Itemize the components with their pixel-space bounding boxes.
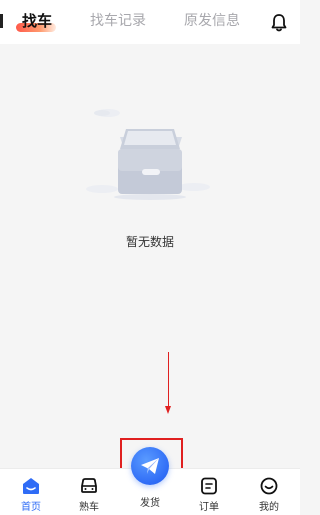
annotation-arrow-head [165, 406, 171, 414]
empty-state: 暂无数据 [0, 105, 300, 255]
tab-find-car-label: 找车 [22, 12, 53, 30]
tab-find-car-records-label: 找车记录 [90, 13, 146, 29]
nav-item-familiar-car[interactable]: 熟车 [69, 477, 109, 513]
empty-box-icon [86, 109, 210, 200]
app-screen: 找车 找车记录 原发信息 暂无数据 首页 熟车 发货 订单 我的 [0, 0, 300, 515]
ship-fab-button[interactable] [131, 447, 169, 485]
tab-find-car[interactable]: 找车 [16, 10, 57, 32]
top-tab-bar: 找车 找车记录 原发信息 [0, 0, 300, 44]
order-icon [201, 477, 217, 495]
annotation-arrow-line [168, 352, 169, 407]
nav-label-order: 订单 [199, 502, 219, 513]
nav-item-mine[interactable]: 我的 [249, 477, 289, 513]
tab-original-info[interactable]: 原发信息 [184, 10, 240, 32]
smile-icon [260, 477, 278, 495]
edge-mark [0, 14, 3, 28]
empty-message: 暂无数据 [125, 235, 174, 249]
nav-label-ship: 发货 [140, 498, 160, 509]
home-icon [23, 478, 39, 494]
nav-item-home[interactable]: 首页 [11, 477, 51, 513]
tab-original-info-label: 原发信息 [184, 13, 240, 29]
nav-label-familiar-car: 熟车 [79, 502, 99, 513]
nav-item-ship[interactable]: 发货 [130, 491, 170, 509]
paper-plane-icon [141, 458, 159, 474]
nav-label-home: 首页 [21, 502, 41, 513]
nav-item-order[interactable]: 订单 [189, 477, 229, 513]
bell-icon[interactable] [270, 13, 288, 33]
nav-label-mine: 我的 [259, 502, 279, 513]
car-icon [81, 478, 97, 493]
tab-find-car-records[interactable]: 找车记录 [90, 10, 146, 32]
